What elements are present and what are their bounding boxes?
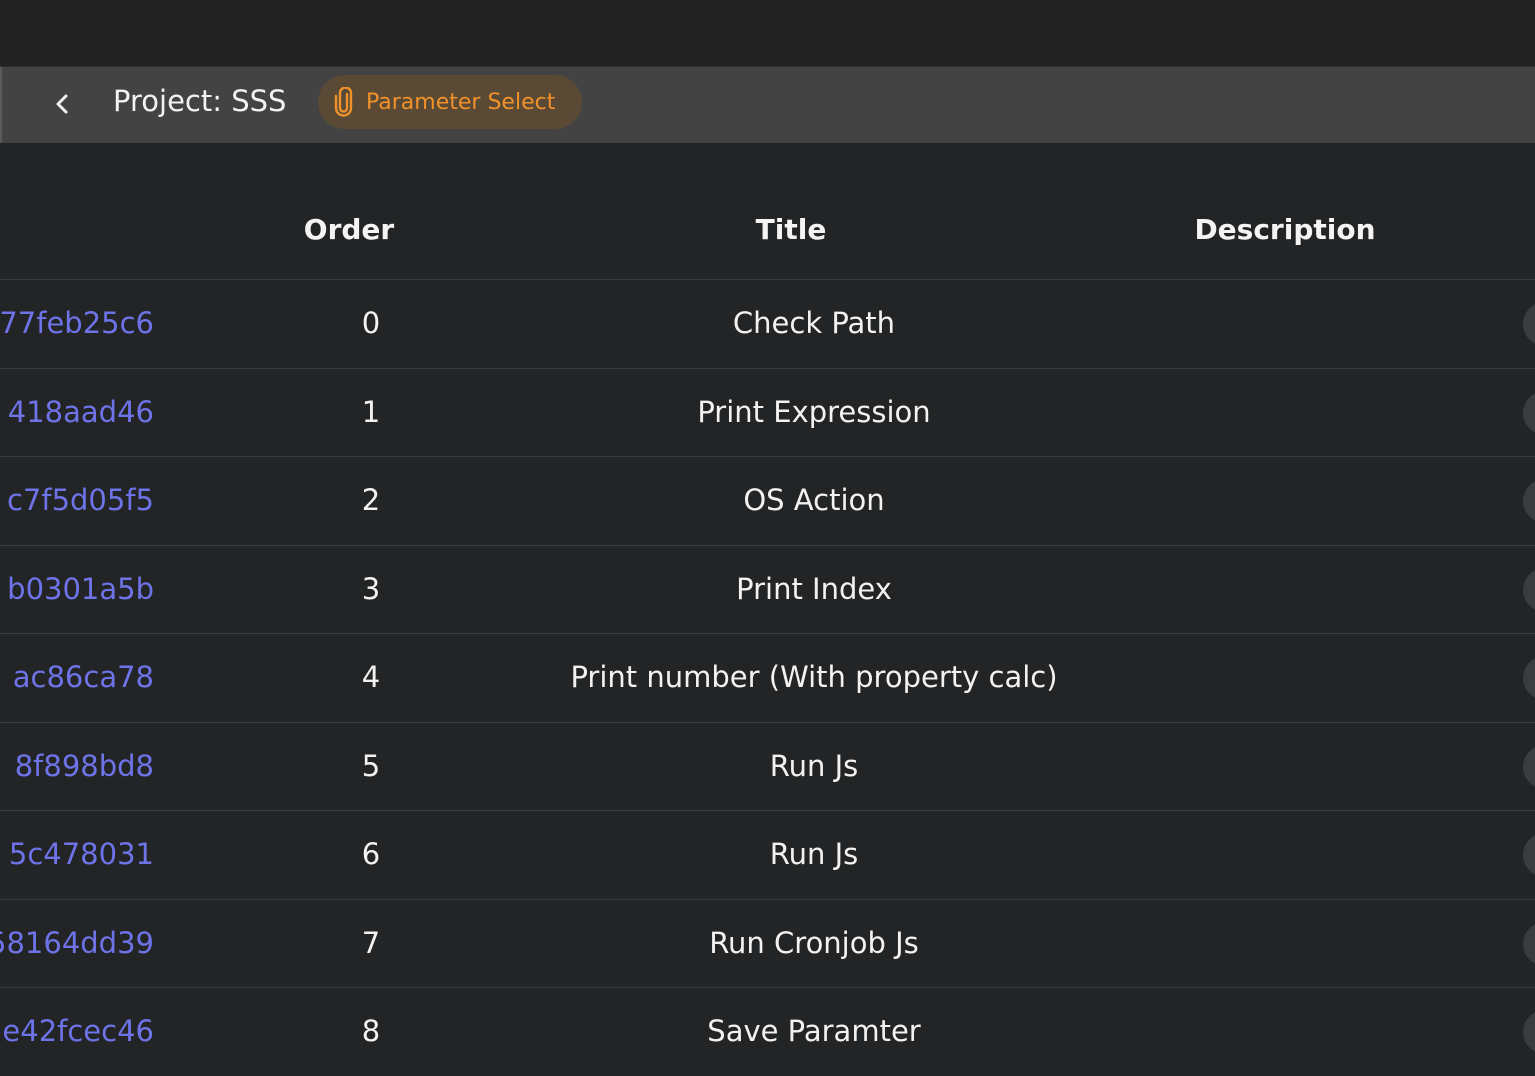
column-header-title[interactable]: Title — [691, 143, 891, 279]
row-title: Print Expression — [697, 395, 931, 429]
page-header: Project: SSS Parameter Select — [0, 67, 1535, 143]
row-action-button[interactable] — [1523, 568, 1535, 612]
table-row[interactable]: b0301a5b 3 Print Index — [0, 545, 1535, 633]
column-header-order[interactable]: Order — [298, 143, 400, 279]
page-title: Project: SSS — [113, 84, 287, 118]
paperclip-icon — [334, 87, 353, 117]
row-id-link[interactable]: c7f5d05f5 — [7, 457, 154, 545]
row-id-link[interactable]: e42fcec46 — [2, 988, 154, 1076]
row-id-link[interactable]: 77feb25c6 — [0, 280, 154, 368]
parameter-select-chip[interactable]: Parameter Select — [318, 75, 582, 129]
row-order: 7 — [361, 926, 381, 960]
row-title: Print Index — [736, 572, 892, 606]
row-order: 5 — [361, 749, 381, 783]
row-title: Check Path — [732, 306, 896, 340]
row-order: 8 — [361, 1014, 381, 1048]
top-bar — [0, 0, 1535, 67]
row-order: 2 — [361, 483, 381, 517]
row-title: Run Js — [769, 837, 859, 871]
chevron-left-icon — [56, 94, 68, 114]
row-action-button[interactable] — [1523, 656, 1535, 700]
table-row[interactable]: 5c478031 6 Run Js — [0, 810, 1535, 898]
row-id-link[interactable]: ac86ca78 — [13, 634, 154, 722]
column-header-description[interactable]: Description — [1135, 143, 1435, 279]
back-button[interactable] — [40, 81, 86, 127]
row-title: Save Paramter — [707, 1014, 921, 1048]
row-action-button[interactable] — [1523, 302, 1535, 346]
row-action-button[interactable] — [1523, 1010, 1535, 1054]
steps-table: Order Title Description 77feb25c6 0 Chec… — [0, 143, 1535, 1057]
row-id-link[interactable]: 418aad46 — [8, 369, 154, 457]
table-row[interactable]: c7f5d05f5 2 OS Action — [0, 456, 1535, 544]
table-row[interactable]: 8f898bd8 5 Run Js — [0, 722, 1535, 810]
row-order: 6 — [361, 837, 381, 871]
row-id-link[interactable]: 5c478031 — [9, 811, 154, 899]
row-action-button[interactable] — [1523, 391, 1535, 435]
row-title: Run Js — [769, 749, 859, 783]
row-title: OS Action — [743, 483, 885, 517]
row-id-link[interactable]: 8f898bd8 — [15, 723, 154, 811]
table-row[interactable]: ac86ca78 4 Print number (With property c… — [0, 633, 1535, 721]
row-order: 0 — [361, 306, 381, 340]
table-row[interactable]: 418aad46 1 Print Expression — [0, 368, 1535, 456]
row-order: 1 — [361, 395, 381, 429]
row-order: 4 — [361, 660, 381, 694]
parameter-select-label: Parameter Select — [366, 89, 556, 115]
table-row[interactable]: 77feb25c6 0 Check Path — [0, 279, 1535, 367]
row-action-button[interactable] — [1523, 922, 1535, 966]
table-row[interactable]: e42fcec46 8 Save Paramter — [0, 987, 1535, 1075]
row-action-button[interactable] — [1523, 833, 1535, 877]
row-action-button[interactable] — [1523, 745, 1535, 789]
row-title: Run Cronjob Js — [709, 926, 919, 960]
row-id-link[interactable]: b0301a5b — [7, 546, 154, 634]
row-title: Print number (With property calc) — [570, 660, 1058, 694]
row-id-link[interactable]: 58164dd39 — [0, 900, 154, 988]
table-row[interactable]: 58164dd39 7 Run Cronjob Js — [0, 899, 1535, 987]
row-order: 3 — [361, 572, 381, 606]
row-action-button[interactable] — [1523, 479, 1535, 523]
